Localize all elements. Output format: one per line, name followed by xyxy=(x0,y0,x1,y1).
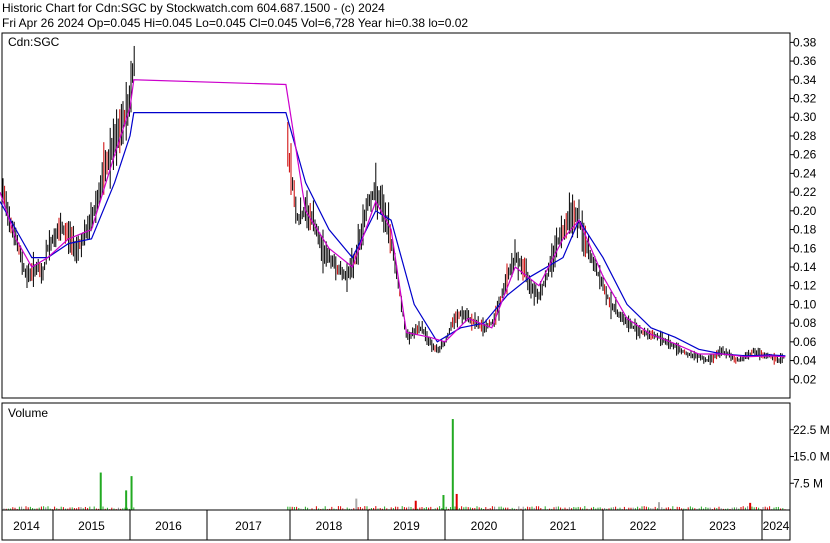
time-tick-label: 2020 xyxy=(471,519,498,533)
price-tick-label: 0.24 xyxy=(793,166,817,180)
price-panel-title: Cdn:SGC xyxy=(8,35,60,49)
volume-spike xyxy=(658,502,660,510)
volume-spike xyxy=(125,490,128,510)
volume-spike xyxy=(749,502,752,510)
price-tick-label: 0.12 xyxy=(793,279,817,293)
price-tick-label: 0.04 xyxy=(793,354,817,368)
price-tick-label: 0.32 xyxy=(793,92,817,106)
volume-spike xyxy=(355,498,358,510)
volume-panel xyxy=(1,402,791,511)
volume-spike xyxy=(99,472,102,510)
price-tick-label: 0.30 xyxy=(793,110,817,124)
time-tick-label: 2024 xyxy=(763,519,790,533)
price-tick-label: 0.02 xyxy=(793,372,817,386)
price-tick-label: 0.16 xyxy=(793,241,817,255)
price-tick-label: 0.18 xyxy=(793,223,817,237)
volume-panel-title: Volume xyxy=(8,406,48,420)
chart-canvas: Cdn:SGC 0.38 0.36 0.34 0.32 0.30 0.28 0.26 0.24… xyxy=(0,32,830,541)
volume-spike xyxy=(451,419,454,510)
time-tick-label: 2018 xyxy=(316,519,343,533)
time-tick-label: 2022 xyxy=(630,519,657,533)
price-axis: 0.38 0.36 0.34 0.32 0.30 0.28 0.26 0.24 0.22 0.20… xyxy=(790,35,817,386)
time-tick-label: 2019 xyxy=(393,519,420,533)
price-tick-label: 0.34 xyxy=(793,73,817,87)
time-tick-label: 2021 xyxy=(550,519,577,533)
volume-tick-label: 7.5 M xyxy=(793,476,823,490)
price-tick-label: 0.36 xyxy=(793,54,817,68)
time-tick-label: 2014 xyxy=(13,519,40,533)
price-tick-label: 0.14 xyxy=(793,260,817,274)
price-tick-label: 0.10 xyxy=(793,297,817,311)
price-tick-label: 0.38 xyxy=(793,35,817,49)
volume-spike xyxy=(414,500,417,510)
time-tick-label: 2016 xyxy=(155,519,182,533)
time-tick-label: 2015 xyxy=(78,519,105,533)
volume-tick-label: 15.0 M xyxy=(793,450,830,464)
volume-spike xyxy=(130,476,133,510)
time-tick-label: 2017 xyxy=(235,519,262,533)
price-tick-label: 0.22 xyxy=(793,185,817,199)
price-tick-label: 0.28 xyxy=(793,129,817,143)
time-tick-label: 2023 xyxy=(709,519,736,533)
price-tick-label: 0.26 xyxy=(793,148,817,162)
stock-chart-window: Historic Chart for Cdn:SGC by Stockwatch… xyxy=(0,0,830,543)
volume-tick-label: 22.5 M xyxy=(793,423,830,437)
volume-axis: 22.5 M 15.0 M 7.5 M xyxy=(790,423,830,490)
price-tick-label: 0.08 xyxy=(793,316,817,330)
volume-spike xyxy=(442,495,445,510)
volume-spike xyxy=(455,493,458,510)
price-tick-label: 0.06 xyxy=(793,335,817,349)
price-tick-label: 0.20 xyxy=(793,204,817,218)
